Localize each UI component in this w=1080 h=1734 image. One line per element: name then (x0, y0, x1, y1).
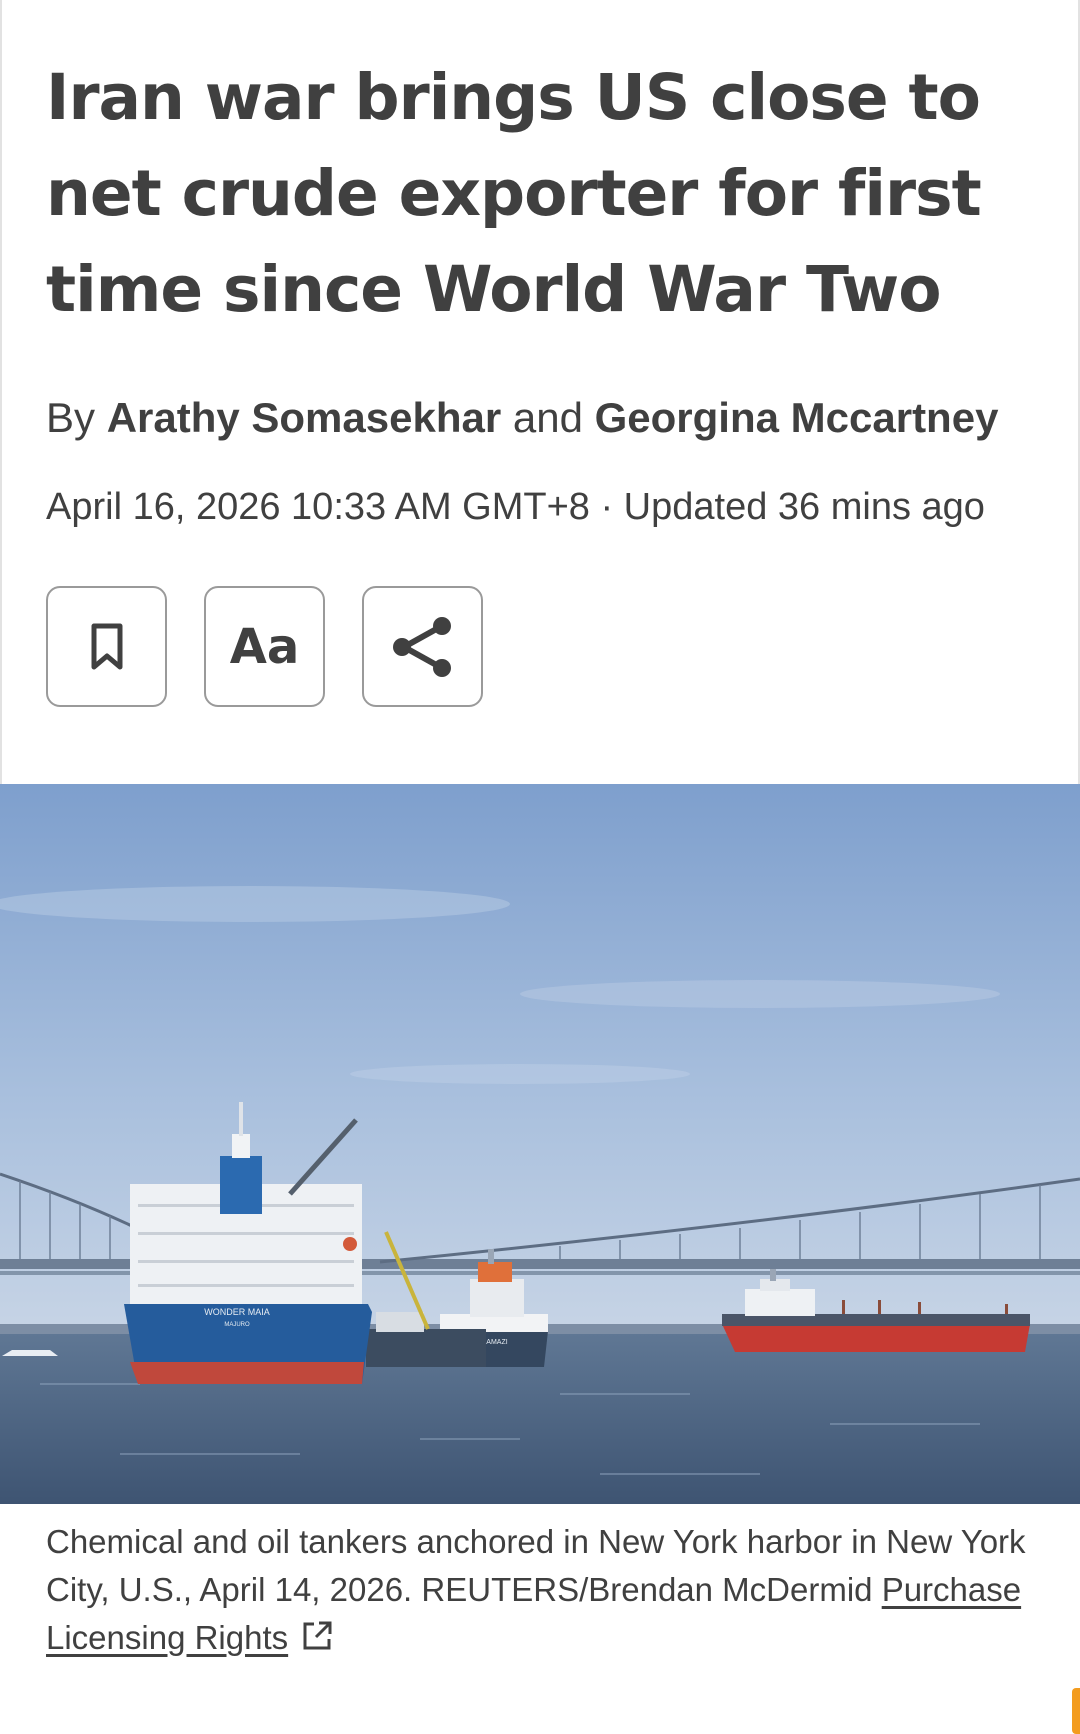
author-link-2[interactable]: Georgina Mccartney (595, 394, 999, 441)
share-button[interactable] (362, 586, 483, 707)
external-link-icon[interactable] (300, 1619, 334, 1653)
article-byline: By Arathy Somasekhar and Georgina Mccart… (46, 390, 998, 446)
ship-name-amazi: AMAZI (486, 1339, 507, 1346)
font-size-label: Aa (229, 618, 300, 675)
ship-port-majuro: MAJURO (224, 1322, 250, 1328)
photo-caption: Chemical and oil tankers anchored in New… (46, 1518, 1046, 1662)
byline-joiner: and (512, 394, 583, 441)
hero-photo[interactable]: AMAZI WONDER MAIA MAJURO (0, 784, 1080, 1504)
scroll-indicator[interactable] (1072, 1688, 1080, 1734)
share-icon (392, 616, 451, 677)
bookmark-icon (91, 623, 122, 669)
article-dateline: April 16, 2026 10:33 AM GMT+8 · Updated … (46, 486, 985, 528)
caption-text: Chemical and oil tankers anchored in New… (46, 1523, 1026, 1608)
article-headline: Iran war brings US close to net crude ex… (46, 61, 982, 326)
harbor-tankers-image: AMAZI WONDER MAIA MAJURO (0, 784, 1080, 1504)
author-link-1[interactable]: Arathy Somasekhar (107, 394, 502, 441)
font-size-button[interactable]: Aa (204, 586, 325, 707)
byline-prefix: By (46, 394, 96, 441)
article-actions: Aa (46, 586, 483, 707)
page-left-border (0, 0, 2, 784)
bookmark-button[interactable] (46, 586, 167, 707)
ship-name-wonder-maia: WONDER MAIA (204, 1307, 270, 1317)
